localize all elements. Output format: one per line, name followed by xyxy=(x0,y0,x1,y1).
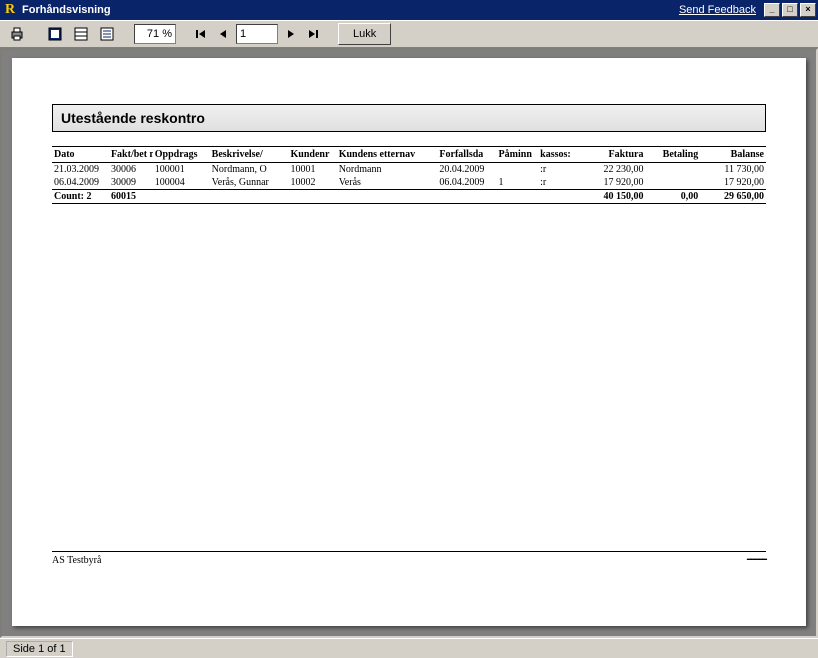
totals-count: Count: 2 xyxy=(52,190,109,204)
cell xyxy=(645,176,700,190)
col-paminn: Påminn xyxy=(497,147,539,163)
col-oppdrag: Oppdrags xyxy=(153,147,210,163)
maximize-button[interactable]: □ xyxy=(782,3,798,17)
cell: 11 730,00 xyxy=(700,163,766,177)
close-window-button[interactable]: × xyxy=(800,3,816,17)
table-row: 06.04.200930009100004Verås, Gunnar10002V… xyxy=(52,176,766,190)
cell: 30009 xyxy=(109,176,153,190)
last-page-icon[interactable] xyxy=(304,24,322,44)
cell: 30006 xyxy=(109,163,153,177)
totals-fakt: 60015 xyxy=(109,190,153,204)
titlebar: R Forhåndsvisning Send Feedback _ □ × xyxy=(0,0,818,20)
col-betaling: Betaling xyxy=(645,147,700,163)
toolbar: Lukk xyxy=(0,20,818,48)
totals-betaling: 0,00 xyxy=(645,190,700,204)
report-table: Dato Fakt/bet nr. Oppdrags Beskrivelse/ … xyxy=(52,146,766,204)
send-feedback-link[interactable]: Send Feedback xyxy=(679,4,756,16)
col-faktura: Faktura xyxy=(578,147,646,163)
totals-faktura: 40 150,00 xyxy=(578,190,646,204)
page-number-input[interactable] xyxy=(236,24,278,44)
zoom-input[interactable] xyxy=(134,24,176,44)
status-page-indicator: Side 1 of 1 xyxy=(6,641,73,657)
report-page: Utestående reskontro Dato Fakt/bet nr. O… xyxy=(12,58,806,626)
minimize-button[interactable]: _ xyxy=(764,3,780,17)
prev-page-icon[interactable] xyxy=(214,24,232,44)
totals-balanse: 29 650,00 xyxy=(700,190,766,204)
footer-right: ━━━━━ xyxy=(747,555,766,566)
cell: 100004 xyxy=(153,176,210,190)
cell: Verås, Gunnar xyxy=(210,176,289,190)
cell xyxy=(645,163,700,177)
col-kasso: kassos: xyxy=(538,147,577,163)
next-page-icon[interactable] xyxy=(282,24,300,44)
cell: 10002 xyxy=(289,176,337,190)
table-row: 21.03.200930006100001Nordmann, O10001Nor… xyxy=(52,163,766,177)
preview-viewport[interactable]: Utestående reskontro Dato Fakt/bet nr. O… xyxy=(0,48,818,638)
col-beskriv: Beskrivelse/ xyxy=(210,147,289,163)
col-kundenr: Kundenr xyxy=(289,147,337,163)
col-fakt: Fakt/bet nr. xyxy=(109,147,153,163)
col-forfall: Forfallsda xyxy=(437,147,496,163)
view-mode-1-icon[interactable] xyxy=(44,23,66,45)
table-header-row: Dato Fakt/bet nr. Oppdrags Beskrivelse/ … xyxy=(52,147,766,163)
cell xyxy=(497,163,539,177)
app-icon: R xyxy=(2,2,18,18)
first-page-icon[interactable] xyxy=(192,24,210,44)
print-icon[interactable] xyxy=(6,23,28,45)
cell: :r xyxy=(538,176,577,190)
cell: Nordmann, O xyxy=(210,163,289,177)
cell: 06.04.2009 xyxy=(437,176,496,190)
totals-row: Count: 2 60015 40 150,00 0,00 29 650,00 xyxy=(52,190,766,204)
cell: Verås xyxy=(337,176,438,190)
close-button[interactable]: Lukk xyxy=(338,23,391,45)
view-mode-2-icon[interactable] xyxy=(70,23,92,45)
cell: :r xyxy=(538,163,577,177)
cell: 22 230,00 xyxy=(578,163,646,177)
view-mode-3-icon[interactable] xyxy=(96,23,118,45)
footer-company: AS Testbyrå xyxy=(52,555,101,566)
col-dato: Dato xyxy=(52,147,109,163)
report-title: Utestående reskontro xyxy=(52,104,766,132)
cell: 17 920,00 xyxy=(700,176,766,190)
cell: 100001 xyxy=(153,163,210,177)
cell: 21.03.2009 xyxy=(52,163,109,177)
cell: 10001 xyxy=(289,163,337,177)
cell: 20.04.2009 xyxy=(437,163,496,177)
col-balanse: Balanse xyxy=(700,147,766,163)
page-footer: AS Testbyrå ━━━━━ xyxy=(52,551,766,566)
cell: 06.04.2009 xyxy=(52,176,109,190)
cell: Nordmann xyxy=(337,163,438,177)
statusbar: Side 1 of 1 xyxy=(0,638,818,658)
col-etternavn: Kundens etternav xyxy=(337,147,438,163)
cell: 17 920,00 xyxy=(578,176,646,190)
cell: 1 xyxy=(497,176,539,190)
window-title: Forhåndsvisning xyxy=(22,4,111,16)
